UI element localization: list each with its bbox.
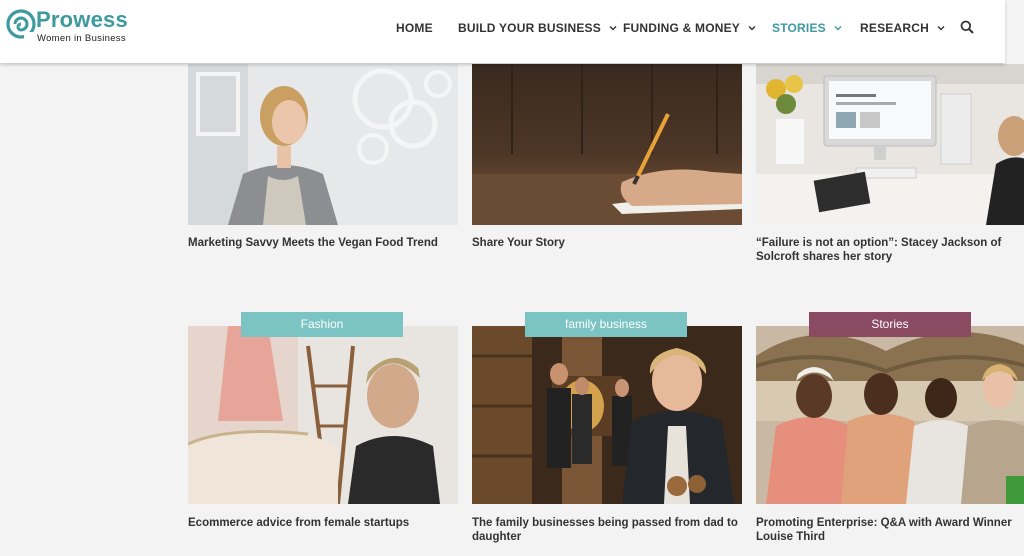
category-badge[interactable]: Fashion [241, 312, 403, 337]
nav-item-research[interactable]: RESEARCH [860, 20, 945, 36]
article-title[interactable]: Marketing Savvy Meets the Vegan Food Tre… [188, 236, 462, 250]
article-title[interactable]: Share Your Story [472, 236, 746, 250]
article-title[interactable]: Ecommerce advice from female startups [188, 516, 462, 530]
nav-item-label: FUNDING & MONEY [623, 21, 740, 35]
brand-subtitle: Women in Business [37, 33, 126, 44]
nav-item-label: HOME [396, 21, 433, 35]
nav-item-label: BUILD YOUR BUSINESS [458, 21, 601, 35]
article-title[interactable]: “Failure is not an option”: Stacey Jacks… [756, 236, 1024, 264]
category-badge[interactable]: Stories [809, 312, 971, 337]
nav-item-label: RESEARCH [860, 21, 929, 35]
nav-item-funding-money[interactable]: FUNDING & MONEY [623, 20, 756, 36]
spiral-logo-icon [6, 9, 36, 39]
group-women-image [756, 326, 1024, 504]
search-icon[interactable] [960, 20, 974, 34]
article-title[interactable]: The family businesses being passed from … [472, 516, 746, 544]
chevron-down-icon [937, 26, 945, 31]
article-title[interactable]: Promoting Enterprise: Q&A with Award Win… [756, 516, 1024, 544]
article-thumbnail[interactable] [756, 64, 1024, 225]
article-thumbnail[interactable] [188, 64, 458, 225]
writing-hand-image [472, 64, 742, 225]
nav-item-build-your-business[interactable]: BUILD YOUR BUSINESS [458, 20, 617, 36]
category-badge[interactable]: family business [525, 312, 687, 337]
chevron-down-icon [748, 26, 756, 31]
article-thumbnail[interactable] [472, 326, 742, 504]
woman-portrait-image [188, 64, 458, 225]
woman-fashion-image [188, 326, 458, 504]
article-thumbnail[interactable] [472, 64, 742, 225]
article-thumbnail[interactable] [756, 326, 1024, 504]
family-business-image [472, 326, 742, 504]
site-header: Prowess Women in Business HOME BUILD YOU… [0, 0, 1005, 63]
office-desk-image [756, 64, 1024, 225]
brand-title: Prowess [36, 7, 128, 32]
article-thumbnail[interactable] [188, 326, 458, 504]
nav-item-label: STORIES [772, 21, 826, 35]
site-logo[interactable]: Prowess Women in Business [6, 6, 146, 46]
nav-item-stories[interactable]: STORIES [772, 20, 842, 36]
nav-item-home[interactable]: HOME [396, 20, 433, 36]
chevron-down-icon [609, 26, 617, 31]
chevron-down-icon [834, 26, 842, 31]
